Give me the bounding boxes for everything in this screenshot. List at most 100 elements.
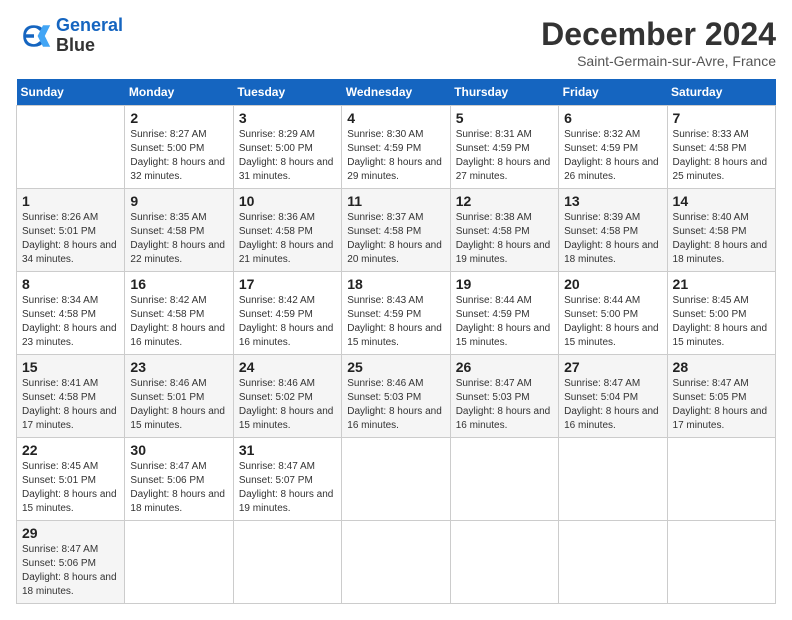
calendar-cell: 15Sunrise: 8:41 AMSunset: 4:58 PMDayligh… (17, 355, 125, 438)
calendar-cell (450, 521, 558, 604)
day-info: Sunrise: 8:45 AMSunset: 5:01 PMDaylight:… (22, 460, 119, 516)
calendar-row-4: 22 Sunrise: 8:45 AMSunset: 5:01 PMDayligh… (17, 438, 776, 521)
day-info: Sunrise: 8:46 AMSunset: 5:02 PMDaylight:… (239, 377, 336, 433)
calendar-cell (667, 438, 775, 521)
day-info: Sunrise: 8:41 AMSunset: 4:58 PMDaylight:… (22, 377, 119, 433)
day-number: 31 (239, 442, 336, 458)
day-number: 16 (130, 276, 227, 292)
calendar-cell: 3 Sunrise: 8:29 AMSunset: 5:00 PMDaylight… (233, 106, 341, 189)
day-number: 24 (239, 359, 336, 375)
day-number: 22 (22, 442, 119, 458)
calendar-cell: 23Sunrise: 8:46 AMSunset: 5:01 PMDayligh… (125, 355, 233, 438)
calendar-cell: 10Sunrise: 8:36 AMSunset: 4:58 PMDayligh… (233, 189, 341, 272)
calendar-cell: 11Sunrise: 8:37 AMSunset: 4:58 PMDayligh… (342, 189, 450, 272)
day-info: Sunrise: 8:43 AMSunset: 4:59 PMDaylight:… (347, 294, 444, 350)
calendar-cell: 18 Sunrise: 8:43 AMSunset: 4:59 PMDayligh… (342, 272, 450, 355)
calendar-cell: 13Sunrise: 8:39 AMSunset: 4:58 PMDayligh… (559, 189, 667, 272)
calendar-cell: 21 Sunrise: 8:45 AMSunset: 5:00 PMDayligh… (667, 272, 775, 355)
calendar-cell (342, 521, 450, 604)
day-number: 3 (239, 110, 336, 126)
logo: General Blue (16, 16, 123, 56)
month-title: December 2024 (541, 16, 776, 53)
day-info: Sunrise: 8:47 AMSunset: 5:06 PMDaylight:… (130, 460, 227, 516)
calendar-cell (450, 438, 558, 521)
day-info: Sunrise: 8:29 AMSunset: 5:00 PMDaylight:… (239, 128, 336, 184)
header-cell-wednesday: Wednesday (342, 79, 450, 106)
day-number: 10 (239, 193, 336, 209)
day-number: 26 (456, 359, 553, 375)
day-info: Sunrise: 8:27 AMSunset: 5:00 PMDaylight:… (130, 128, 227, 184)
calendar-cell: 16 Sunrise: 8:42 AMSunset: 4:58 PMDayligh… (125, 272, 233, 355)
day-number: 21 (673, 276, 770, 292)
calendar-cell: 1 Sunrise: 8:26 AMSunset: 5:01 PMDaylight… (17, 189, 125, 272)
calendar-cell: 8 Sunrise: 8:34 AMSunset: 4:58 PMDaylight… (17, 272, 125, 355)
day-info: Sunrise: 8:42 AMSunset: 4:59 PMDaylight:… (239, 294, 336, 350)
header-cell-saturday: Saturday (667, 79, 775, 106)
day-info: Sunrise: 8:47 AMSunset: 5:07 PMDaylight:… (239, 460, 336, 516)
day-number: 19 (456, 276, 553, 292)
calendar-cell (342, 438, 450, 521)
calendar-cell (17, 106, 125, 189)
day-info: Sunrise: 8:45 AMSunset: 5:00 PMDaylight:… (673, 294, 770, 350)
page-header: General Blue December 2024 Saint-Germain… (16, 16, 776, 69)
day-number: 20 (564, 276, 661, 292)
day-info: Sunrise: 8:42 AMSunset: 4:58 PMDaylight:… (130, 294, 227, 350)
day-number: 12 (456, 193, 553, 209)
calendar-cell: 2Sunrise: 8:27 AMSunset: 5:00 PMDaylight… (125, 106, 233, 189)
day-number: 29 (22, 525, 119, 541)
day-info: Sunrise: 8:32 AMSunset: 4:59 PMDaylight:… (564, 128, 661, 184)
day-number: 5 (456, 110, 553, 126)
day-number: 28 (673, 359, 770, 375)
calendar-row-0: 2Sunrise: 8:27 AMSunset: 5:00 PMDaylight… (17, 106, 776, 189)
day-number: 11 (347, 193, 444, 209)
header-row: SundayMondayTuesdayWednesdayThursdayFrid… (17, 79, 776, 106)
calendar-cell: 24 Sunrise: 8:46 AMSunset: 5:02 PMDayligh… (233, 355, 341, 438)
day-info: Sunrise: 8:39 AMSunset: 4:58 PMDaylight:… (564, 211, 661, 267)
calendar-cell (667, 521, 775, 604)
day-number: 14 (673, 193, 770, 209)
calendar-cell (559, 521, 667, 604)
day-number: 7 (673, 110, 770, 126)
calendar-cell: 7 Sunrise: 8:33 AMSunset: 4:58 PMDaylight… (667, 106, 775, 189)
day-number: 17 (239, 276, 336, 292)
calendar-cell: 6Sunrise: 8:32 AMSunset: 4:59 PMDaylight… (559, 106, 667, 189)
calendar-row-5: 29 Sunrise: 8:47 AMSunset: 5:06 PMDayligh… (17, 521, 776, 604)
calendar-row-1: 1 Sunrise: 8:26 AMSunset: 5:01 PMDaylight… (17, 189, 776, 272)
day-number: 9 (130, 193, 227, 209)
day-info: Sunrise: 8:46 AMSunset: 5:01 PMDaylight:… (130, 377, 227, 433)
day-number: 27 (564, 359, 661, 375)
calendar-cell: 14 Sunrise: 8:40 AMSunset: 4:58 PMDayligh… (667, 189, 775, 272)
calendar-cell: 31 Sunrise: 8:47 AMSunset: 5:07 PMDayligh… (233, 438, 341, 521)
calendar-cell (233, 521, 341, 604)
day-number: 30 (130, 442, 227, 458)
day-number: 18 (347, 276, 444, 292)
header-cell-monday: Monday (125, 79, 233, 106)
day-info: Sunrise: 8:34 AMSunset: 4:58 PMDaylight:… (22, 294, 119, 350)
day-number: 8 (22, 276, 119, 292)
calendar-cell: 20Sunrise: 8:44 AMSunset: 5:00 PMDayligh… (559, 272, 667, 355)
calendar-cell: 25 Sunrise: 8:46 AMSunset: 5:03 PMDayligh… (342, 355, 450, 438)
day-info: Sunrise: 8:40 AMSunset: 4:58 PMDaylight:… (673, 211, 770, 267)
day-info: Sunrise: 8:47 AMSunset: 5:04 PMDaylight:… (564, 377, 661, 433)
calendar-cell: 17 Sunrise: 8:42 AMSunset: 4:59 PMDayligh… (233, 272, 341, 355)
calendar-cell: 12 Sunrise: 8:38 AMSunset: 4:58 PMDayligh… (450, 189, 558, 272)
day-number: 1 (22, 193, 119, 209)
day-info: Sunrise: 8:47 AMSunset: 5:05 PMDaylight:… (673, 377, 770, 433)
calendar-cell: 30 Sunrise: 8:47 AMSunset: 5:06 PMDayligh… (125, 438, 233, 521)
day-info: Sunrise: 8:47 AMSunset: 5:06 PMDaylight:… (22, 543, 119, 599)
day-info: Sunrise: 8:31 AMSunset: 4:59 PMDaylight:… (456, 128, 553, 184)
day-info: Sunrise: 8:33 AMSunset: 4:58 PMDaylight:… (673, 128, 770, 184)
day-info: Sunrise: 8:46 AMSunset: 5:03 PMDaylight:… (347, 377, 444, 433)
location: Saint-Germain-sur-Avre, France (541, 53, 776, 69)
day-info: Sunrise: 8:38 AMSunset: 4:58 PMDaylight:… (456, 211, 553, 267)
day-info: Sunrise: 8:35 AMSunset: 4:58 PMDaylight:… (130, 211, 227, 267)
calendar-cell: 19 Sunrise: 8:44 AMSunset: 4:59 PMDayligh… (450, 272, 558, 355)
calendar-cell: 29 Sunrise: 8:47 AMSunset: 5:06 PMDayligh… (17, 521, 125, 604)
title-block: December 2024 Saint-Germain-sur-Avre, Fr… (541, 16, 776, 69)
header-cell-sunday: Sunday (17, 79, 125, 106)
day-number: 25 (347, 359, 444, 375)
day-info: Sunrise: 8:26 AMSunset: 5:01 PMDaylight:… (22, 211, 119, 267)
day-info: Sunrise: 8:44 AMSunset: 4:59 PMDaylight:… (456, 294, 553, 350)
calendar-cell: 22 Sunrise: 8:45 AMSunset: 5:01 PMDayligh… (17, 438, 125, 521)
calendar-cell: 27 Sunrise: 8:47 AMSunset: 5:04 PMDayligh… (559, 355, 667, 438)
